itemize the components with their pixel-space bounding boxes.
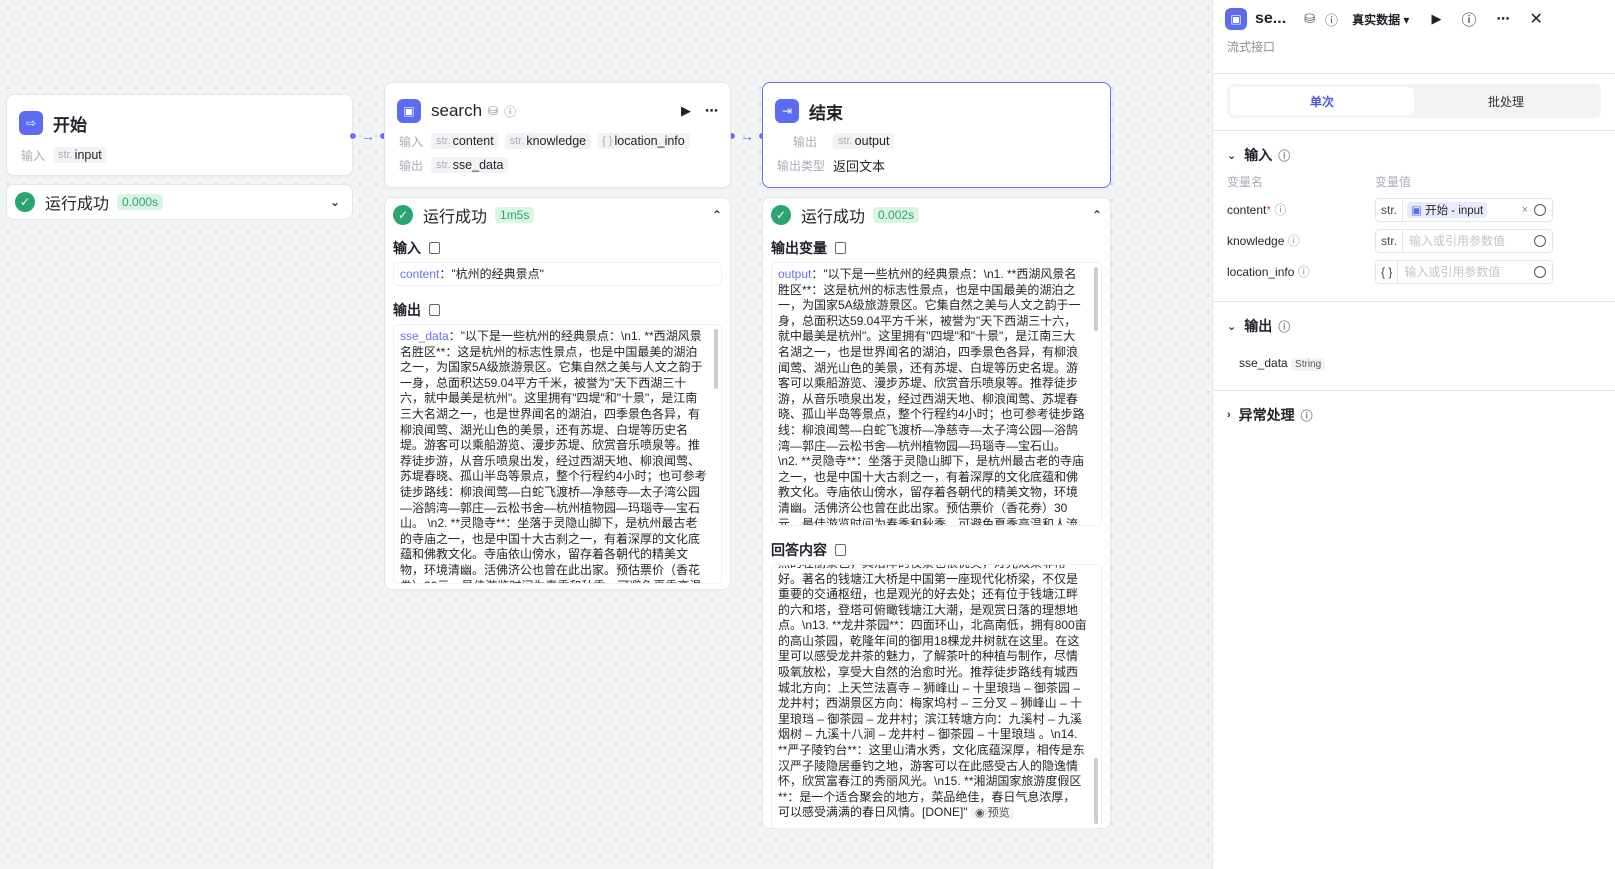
plugin-icon: ▣ (397, 99, 421, 123)
end-icon: ⇥ (775, 99, 799, 123)
info-icon: ⓘ (1278, 319, 1291, 334)
var-name: location_info ⓘ (1227, 265, 1310, 279)
plugin-icon: ▣ (1225, 8, 1247, 30)
run-time: 1m5s (495, 207, 535, 223)
info-icon: ⓘ (504, 104, 517, 119)
tab-bar: 单次 批处理 (1227, 84, 1601, 118)
tab-single[interactable]: 单次 (1230, 87, 1414, 115)
col-header-name: 变量名 (1227, 175, 1264, 189)
panel-subtitle: 流式接口 (1227, 40, 1276, 54)
cloud-icon: ⛁ (1304, 11, 1316, 26)
run-time: 0.000s (117, 194, 164, 210)
info-icon: ⓘ (1325, 12, 1339, 28)
chevron-up-icon[interactable]: ⌃ (1092, 208, 1102, 222)
edge-search-end: → (728, 128, 766, 144)
param-tag: str. sse_data (431, 157, 509, 173)
section-title: 输出 (393, 302, 421, 318)
tab-batch[interactable]: 批处理 (1414, 87, 1598, 115)
var-name: content* ⓘ (1227, 203, 1287, 217)
var-value-input[interactable]: str. ▣ 开始 - input × (1375, 197, 1553, 222)
section-title: 回答内容 (771, 542, 827, 558)
run-time: 0.002s (873, 207, 920, 223)
param-label: 输出 (399, 158, 424, 173)
search-node[interactable]: ▣ search ⛁ ⓘ ▶ ⋯ 输入 str. content str. knowledge { … (384, 82, 731, 188)
info-icon: ⓘ (1278, 148, 1291, 163)
param-tag: str. knowledge (504, 133, 592, 149)
param-label: 输入 (21, 148, 46, 163)
var-row: location_info ⓘ { } 输入或引用参数值 (1213, 256, 1615, 287)
success-icon: ✓ (15, 192, 35, 212)
start-node[interactable]: ⇨ 开始 输入 str. input (6, 94, 353, 176)
help-icon[interactable]: ⓘ (1461, 9, 1476, 30)
end-result: ✓ 运行成功 0.002s ⌃ 输出变量 output："以下是一些杭州的经典景点：\… (762, 197, 1111, 829)
run-status: 运行成功 (45, 196, 110, 213)
answer-box[interactable]: 感。\n12. **钱塘江**：不仅可以前往观钱塘大潮，感受自然的壮丽景色，其沿… (771, 564, 1102, 829)
success-icon: ✓ (393, 205, 413, 225)
node-title: 结束 (809, 103, 843, 123)
var-row: knowledge ⓘ str. 输入或引用参数值 (1213, 225, 1615, 256)
run-icon[interactable]: ▶ (681, 103, 691, 119)
run-status: 运行成功 (423, 209, 488, 226)
param-label: 输出类型 (777, 158, 826, 173)
output-section-header[interactable]: ⌄ 输出 ⓘ (1213, 314, 1615, 338)
copy-icon[interactable] (835, 544, 846, 556)
chevron-up-icon[interactable]: ⌃ (712, 208, 722, 222)
var-value-input[interactable]: { } 输入或引用参数值 (1375, 259, 1553, 284)
start-icon: ⇨ (19, 111, 43, 135)
clear-icon: × (1521, 203, 1528, 216)
cloud-icon: ⛁ (488, 104, 499, 118)
success-icon: ✓ (771, 205, 791, 225)
data-mode-select[interactable]: 真实数据 ▾ (1352, 11, 1409, 28)
col-header-value: 变量值 (1375, 175, 1412, 189)
output-box[interactable]: sse_data："以下是一些杭州的经典景点：\n1. **西湖风景名胜区**：… (393, 324, 722, 584)
more-icon[interactable]: ⋯ (1496, 11, 1509, 27)
param-tag: str. content (431, 133, 499, 149)
close-icon[interactable]: ✕ (1529, 9, 1542, 29)
output-var: sse_data String (1213, 338, 1615, 388)
run-status: 运行成功 (801, 209, 866, 226)
copy-icon[interactable] (429, 242, 440, 254)
more-icon[interactable]: ⋯ (705, 103, 718, 119)
param-tag: str. output (833, 133, 895, 149)
param-tag: { } location_info (597, 133, 690, 149)
input-box: content："杭州的经典景点" (393, 262, 722, 286)
section-title: 输入 (393, 240, 421, 256)
return-type: 返回文本 (833, 158, 886, 174)
copy-icon[interactable] (835, 242, 846, 254)
end-node[interactable]: ⇥ 结束 输出 str. output 输出类型 返回文本 (762, 82, 1111, 188)
reference-picker-icon (1534, 203, 1546, 216)
exception-section-header[interactable]: › 异常处理 ⓘ (1213, 403, 1615, 427)
panel-title: se... (1255, 10, 1287, 27)
test-run-panel: ▣ se... ⛁ ⓘ 真实数据 ▾ ▶ ⓘ ⋯ ✕ 流式接口 单次 批处理 ⌄ 输入 ⓘ 变量名 变量… (1212, 0, 1615, 869)
var-row: content* ⓘ str. ▣ 开始 - input × (1213, 194, 1615, 225)
param-label: 输入 (399, 134, 424, 149)
info-icon: ⓘ (1300, 408, 1313, 423)
node-title: 开始 (53, 115, 87, 135)
reference-picker-icon (1534, 234, 1546, 247)
preview-button[interactable]: ◉ 预览 (970, 807, 1014, 820)
reference-picker-icon (1534, 265, 1546, 278)
search-result: ✓ 运行成功 1m5s ⌃ 输入 content："杭州的经典景点" 输出 sse_d… (384, 197, 731, 590)
copy-icon[interactable] (429, 304, 440, 316)
start-result[interactable]: ✓ 运行成功 0.000s ⌄ (6, 184, 353, 220)
input-section-header[interactable]: ⌄ 输入 ⓘ (1213, 143, 1615, 167)
node-title: search (431, 101, 483, 120)
chevron-down-icon[interactable]: ⌄ (330, 195, 340, 209)
run-icon[interactable]: ▶ (1431, 11, 1441, 27)
param-label: 输出 (792, 134, 817, 149)
output-var-box[interactable]: output："以下是一些杭州的经典景点：\n1. **西湖风景名胜区**：这是… (771, 262, 1102, 526)
var-name: knowledge ⓘ (1227, 234, 1300, 248)
var-value-input[interactable]: str. 输入或引用参数值 (1375, 228, 1553, 253)
section-title: 输出变量 (771, 240, 827, 256)
param-tag: str. input (53, 147, 107, 163)
edge-start-search: → (349, 128, 387, 144)
